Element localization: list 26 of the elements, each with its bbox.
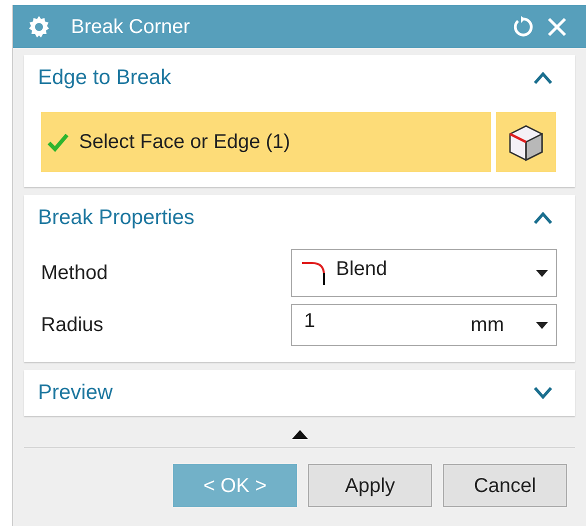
expand-chevron-icon[interactable] <box>533 386 553 400</box>
unit-label: mm <box>470 313 504 338</box>
collapse-chevron-icon[interactable] <box>533 211 553 225</box>
blend-corner-icon <box>300 259 328 287</box>
reset-icon[interactable] <box>512 16 534 38</box>
dialog-button[interactable]: Apply <box>308 464 432 507</box>
section-title[interactable]: Preview <box>38 377 113 409</box>
collapse-chevron-icon[interactable] <box>533 71 553 85</box>
cube-selector-button[interactable] <box>496 112 556 172</box>
gear-icon[interactable] <box>27 14 51 38</box>
selection-row[interactable]: Select Face or Edge (1) <box>41 112 491 172</box>
window-title: Break Corner <box>71 14 191 40</box>
dialog-button[interactable]: Cancel <box>443 464 567 507</box>
field-label: Radius <box>41 313 104 338</box>
dropdown-caret-icon <box>536 322 548 328</box>
section-title[interactable]: Break Properties <box>38 202 194 234</box>
input-value: 1 <box>304 309 316 334</box>
radius-input-field[interactable]: 1 mm <box>291 304 557 346</box>
selection-label: Select Face or Edge (1) <box>79 130 290 155</box>
dropdown-caret-icon <box>536 270 548 276</box>
method-dropdown[interactable]: Blend <box>291 249 557 297</box>
section-title[interactable]: Edge to Break <box>38 62 172 94</box>
close-icon[interactable] <box>546 16 568 38</box>
field-label: Method <box>41 261 108 286</box>
expand-triangle-icon[interactable] <box>292 430 308 439</box>
dropdown-value: Blend <box>336 257 388 282</box>
